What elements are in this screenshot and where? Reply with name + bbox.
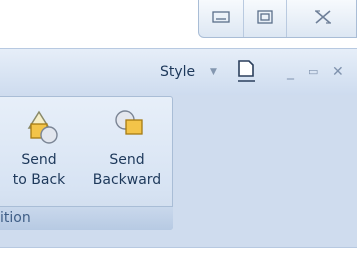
minimize-button[interactable] (199, 0, 244, 37)
send-to-back-icon (27, 110, 58, 144)
style-menu-label[interactable]: Style (160, 62, 195, 82)
mdi-minimize-icon[interactable]: _ (287, 62, 294, 82)
restore-icon (257, 10, 273, 27)
close-icon (313, 9, 333, 28)
send-to-back-label-1: Send (21, 152, 57, 168)
send-backward-label-1: Send (109, 152, 145, 168)
minimize-icon (212, 11, 230, 26)
group-label: ition (0, 210, 31, 226)
document-area (0, 247, 357, 268)
close-button[interactable] (287, 0, 357, 37)
send-backward-icon (115, 110, 143, 135)
maximize-button[interactable] (244, 0, 287, 37)
send-to-back-button[interactable]: Send to Back (2, 104, 76, 202)
mdi-close-icon[interactable]: ✕ (332, 62, 344, 82)
document-icon[interactable] (236, 58, 256, 88)
send-backward-label-2: Backward (92, 172, 162, 188)
window-controls (198, 0, 357, 38)
send-to-back-label-2: to Back (12, 172, 66, 188)
send-backward-button[interactable]: Send Backward (87, 104, 167, 202)
mdi-restore-icon[interactable]: ▭ (308, 62, 318, 82)
chevron-down-icon[interactable]: ▼ (210, 62, 217, 82)
